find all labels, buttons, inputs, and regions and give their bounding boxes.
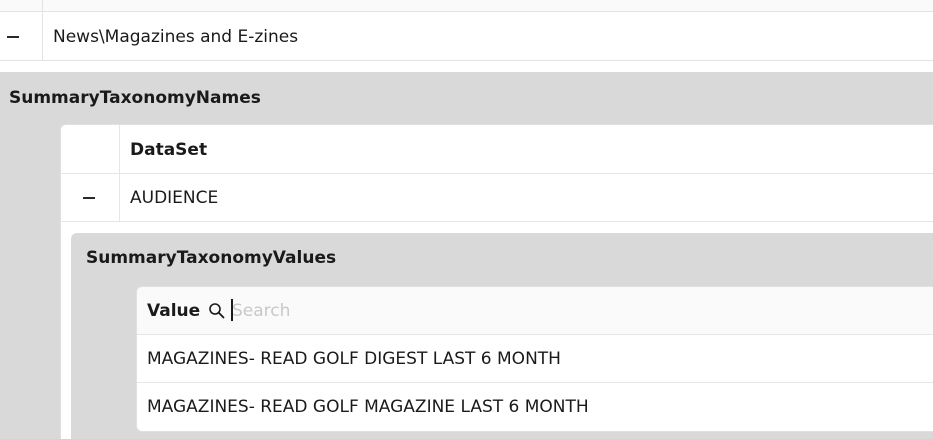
row-divider: [137, 382, 933, 383]
search-icon: [209, 303, 225, 319]
dataset-cell[interactable]: AUDIENCE: [130, 188, 218, 208]
summary-taxonomy-names-title: SummaryTaxonomyNames: [9, 88, 261, 108]
previous-row: [0, 0, 933, 12]
value-column-header[interactable]: Value: [147, 301, 200, 321]
collapse-row-button[interactable]: [80, 189, 98, 207]
category-row[interactable]: News\Magazines and E-zines: [0, 12, 933, 61]
value-cell[interactable]: MAGAZINES- READ GOLF DIGEST LAST 6 MONTH: [147, 349, 561, 369]
category-cell: News\Magazines and E-zines: [53, 27, 299, 47]
column-divider: [42, 12, 43, 61]
summary-taxonomy-values-title: SummaryTaxonomyValues: [86, 248, 337, 268]
minus-collapse-icon: [83, 197, 95, 199]
text-cursor: [231, 299, 233, 321]
row-divider: [61, 173, 933, 174]
column-divider: [42, 0, 43, 12]
minus-collapse-icon: [7, 36, 19, 38]
value-cell[interactable]: MAGAZINES- READ GOLF MAGAZINE LAST 6 MON…: [147, 397, 589, 417]
collapse-row-button[interactable]: [4, 28, 22, 46]
value-search-input[interactable]: [228, 298, 628, 324]
grid-view: News\Magazines and E-zines SummaryTaxono…: [0, 0, 933, 439]
row-divider: [61, 221, 933, 222]
dataset-column-header[interactable]: DataSet: [130, 140, 207, 160]
